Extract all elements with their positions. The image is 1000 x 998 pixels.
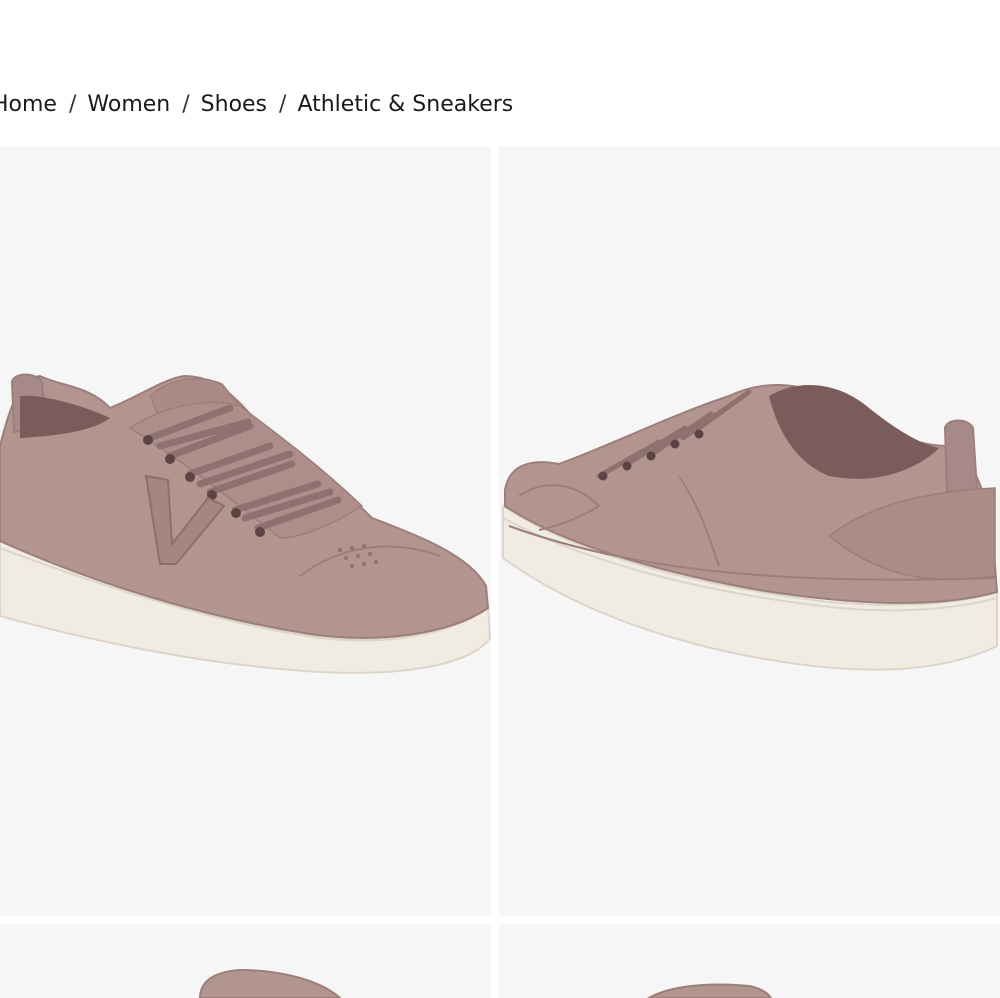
product-image-top[interactable]	[0, 924, 491, 998]
sneaker-top-illustration	[198, 968, 342, 998]
breadcrumb-women-link[interactable]: Women	[87, 92, 170, 117]
breadcrumb-home-link[interactable]: Home	[0, 92, 57, 117]
product-page: Home / Women / Shoes / Athletic & Sneake…	[0, 0, 1000, 998]
breadcrumb-separator: /	[182, 91, 190, 117]
sneaker-front-illustration	[0, 373, 491, 674]
breadcrumb-separator: /	[279, 91, 287, 117]
product-image-front[interactable]	[0, 146, 491, 916]
sneaker-upper	[198, 968, 342, 998]
breadcrumb: Home / Women / Shoes / Athletic & Sneake…	[0, 88, 513, 120]
breadcrumb-separator: /	[68, 91, 77, 117]
sneaker-rear-illustration	[502, 384, 999, 671]
product-image-rear[interactable]	[499, 146, 1000, 916]
sneaker-heel-tab	[943, 419, 979, 494]
breadcrumb-athletic-sneakers-link[interactable]: Athletic & Sneakers	[297, 92, 513, 117]
sneaker-upper	[647, 983, 773, 998]
product-image-side[interactable]	[499, 924, 1000, 998]
sneaker-side-illustration	[647, 983, 773, 998]
breadcrumb-shoes-link[interactable]: Shoes	[201, 92, 267, 117]
